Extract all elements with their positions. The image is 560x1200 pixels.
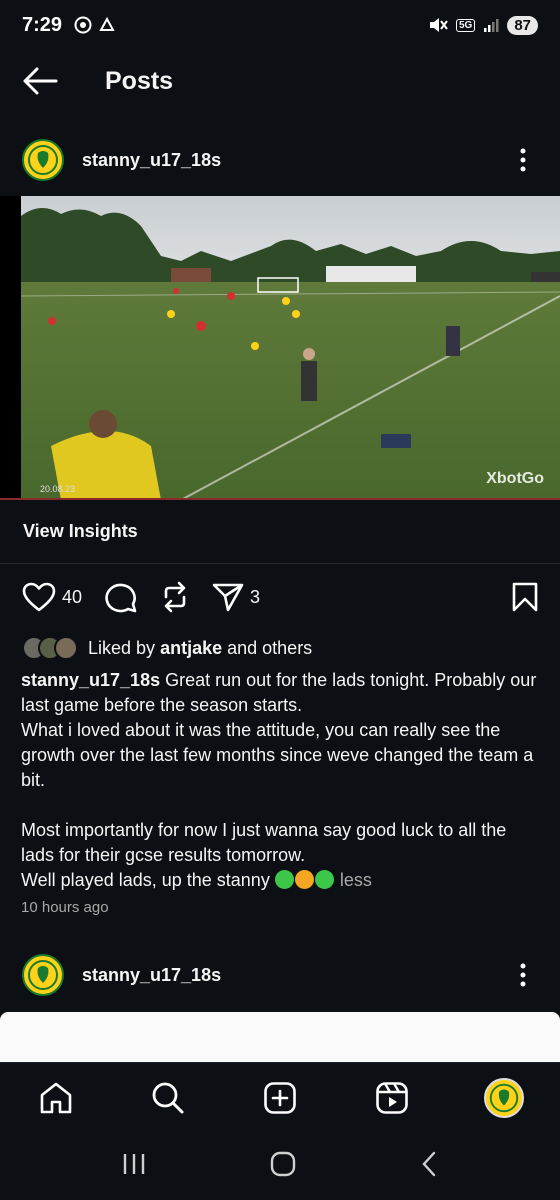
club-badge-icon: [25, 142, 61, 178]
reels-icon: [376, 1081, 408, 1114]
comment-icon: [105, 583, 137, 613]
more-options-button[interactable]: [508, 960, 538, 990]
comment-button[interactable]: [104, 581, 138, 613]
post-username[interactable]: stanny_u17_18s: [82, 150, 221, 171]
football-match-photo: [21, 196, 560, 500]
orange-circle-emoji-icon: [294, 870, 314, 889]
top-bar: Posts: [0, 50, 560, 112]
nav-home[interactable]: [26, 1068, 86, 1128]
likes-count[interactable]: 40: [62, 587, 82, 608]
home-icon: [40, 1082, 72, 1113]
mute-icon: [429, 18, 448, 32]
repost-icon: [164, 581, 186, 613]
nav-create[interactable]: [250, 1068, 310, 1128]
arrow-left-icon: [23, 67, 58, 95]
back-button[interactable]: [0, 50, 80, 112]
photo-date: 20.08.23: [40, 484, 76, 494]
club-badge-icon: [486, 1080, 522, 1115]
like-button[interactable]: 40: [22, 582, 82, 612]
next-post-header: stanny_u17_18s: [0, 945, 560, 1005]
chevron-left-icon: [422, 1151, 436, 1176]
avatar[interactable]: [22, 139, 64, 181]
post-photo[interactable]: 20.08.23 XbotGo: [0, 196, 560, 500]
battery-indicator: 87: [507, 15, 538, 35]
status-bar: 7:29 5G 87: [0, 0, 560, 50]
home-circle-icon: [270, 1151, 296, 1176]
post-timestamp: 10 hours ago: [21, 899, 109, 916]
liker-avatars: [22, 636, 78, 660]
liked-by-suffix: and others: [227, 637, 313, 658]
club-badge-icon: [25, 957, 61, 993]
nav-search[interactable]: [138, 1068, 198, 1128]
network-badge: 5G: [455, 18, 476, 32]
recent-apps-button[interactable]: [121, 1152, 147, 1181]
next-post-username[interactable]: stanny_u17_18s: [82, 965, 221, 986]
save-button[interactable]: [512, 582, 538, 612]
avatar: [484, 1077, 524, 1118]
recent-apps-icon: [123, 1153, 145, 1174]
nav-reels[interactable]: [362, 1068, 422, 1128]
repost-button[interactable]: [160, 581, 190, 613]
caption-username[interactable]: stanny_u17_18s: [21, 670, 160, 690]
less-link[interactable]: less: [340, 870, 372, 890]
caption-text: Most importantly for now I just wanna sa…: [21, 820, 507, 865]
more-options-button[interactable]: [508, 145, 538, 175]
bottom-nav: [0, 1062, 560, 1132]
caption-text: What i loved about it was the attitude, …: [21, 720, 534, 790]
app-notification-icon-2: [99, 16, 115, 31]
app-notification-icon: [74, 16, 92, 34]
caption-text: Well played lads, up the stanny: [21, 870, 275, 890]
avatar[interactable]: [22, 954, 64, 996]
signal-icon: [484, 19, 499, 32]
post-header: stanny_u17_18s: [0, 130, 560, 190]
post-actions: 40 3: [0, 570, 560, 624]
plus-square-icon: [264, 1081, 296, 1114]
system-nav-bar: [0, 1132, 560, 1200]
system-back-button[interactable]: [419, 1150, 439, 1183]
liked-by-row[interactable]: Liked by antjake and others: [22, 633, 312, 663]
photo-watermark: XbotGo: [486, 470, 544, 487]
home-system-button[interactable]: [269, 1150, 297, 1183]
search-icon: [152, 1082, 184, 1113]
next-post-media[interactable]: [0, 1012, 560, 1062]
share-button[interactable]: 3: [212, 582, 260, 612]
nav-profile[interactable]: [474, 1068, 534, 1128]
more-vertical-icon: [520, 148, 526, 172]
green-circle-emoji-icon: [314, 870, 334, 889]
post-caption: stanny_u17_18s Great run out for the lad…: [21, 668, 541, 893]
avatar: [54, 636, 78, 660]
insights-row: View Insights: [0, 500, 560, 564]
view-insights-link[interactable]: View Insights: [23, 521, 138, 542]
heart-icon: [22, 582, 56, 612]
more-vertical-icon: [520, 963, 526, 987]
liked-by-user[interactable]: antjake: [160, 638, 222, 659]
bookmark-icon: [512, 582, 538, 612]
shares-count: 3: [250, 586, 261, 607]
status-time: 7:29: [22, 13, 63, 36]
green-circle-emoji-icon: [274, 870, 294, 889]
send-icon: [212, 583, 244, 612]
page-title: Posts: [105, 66, 174, 95]
liked-by-prefix: Liked by: [88, 637, 156, 658]
